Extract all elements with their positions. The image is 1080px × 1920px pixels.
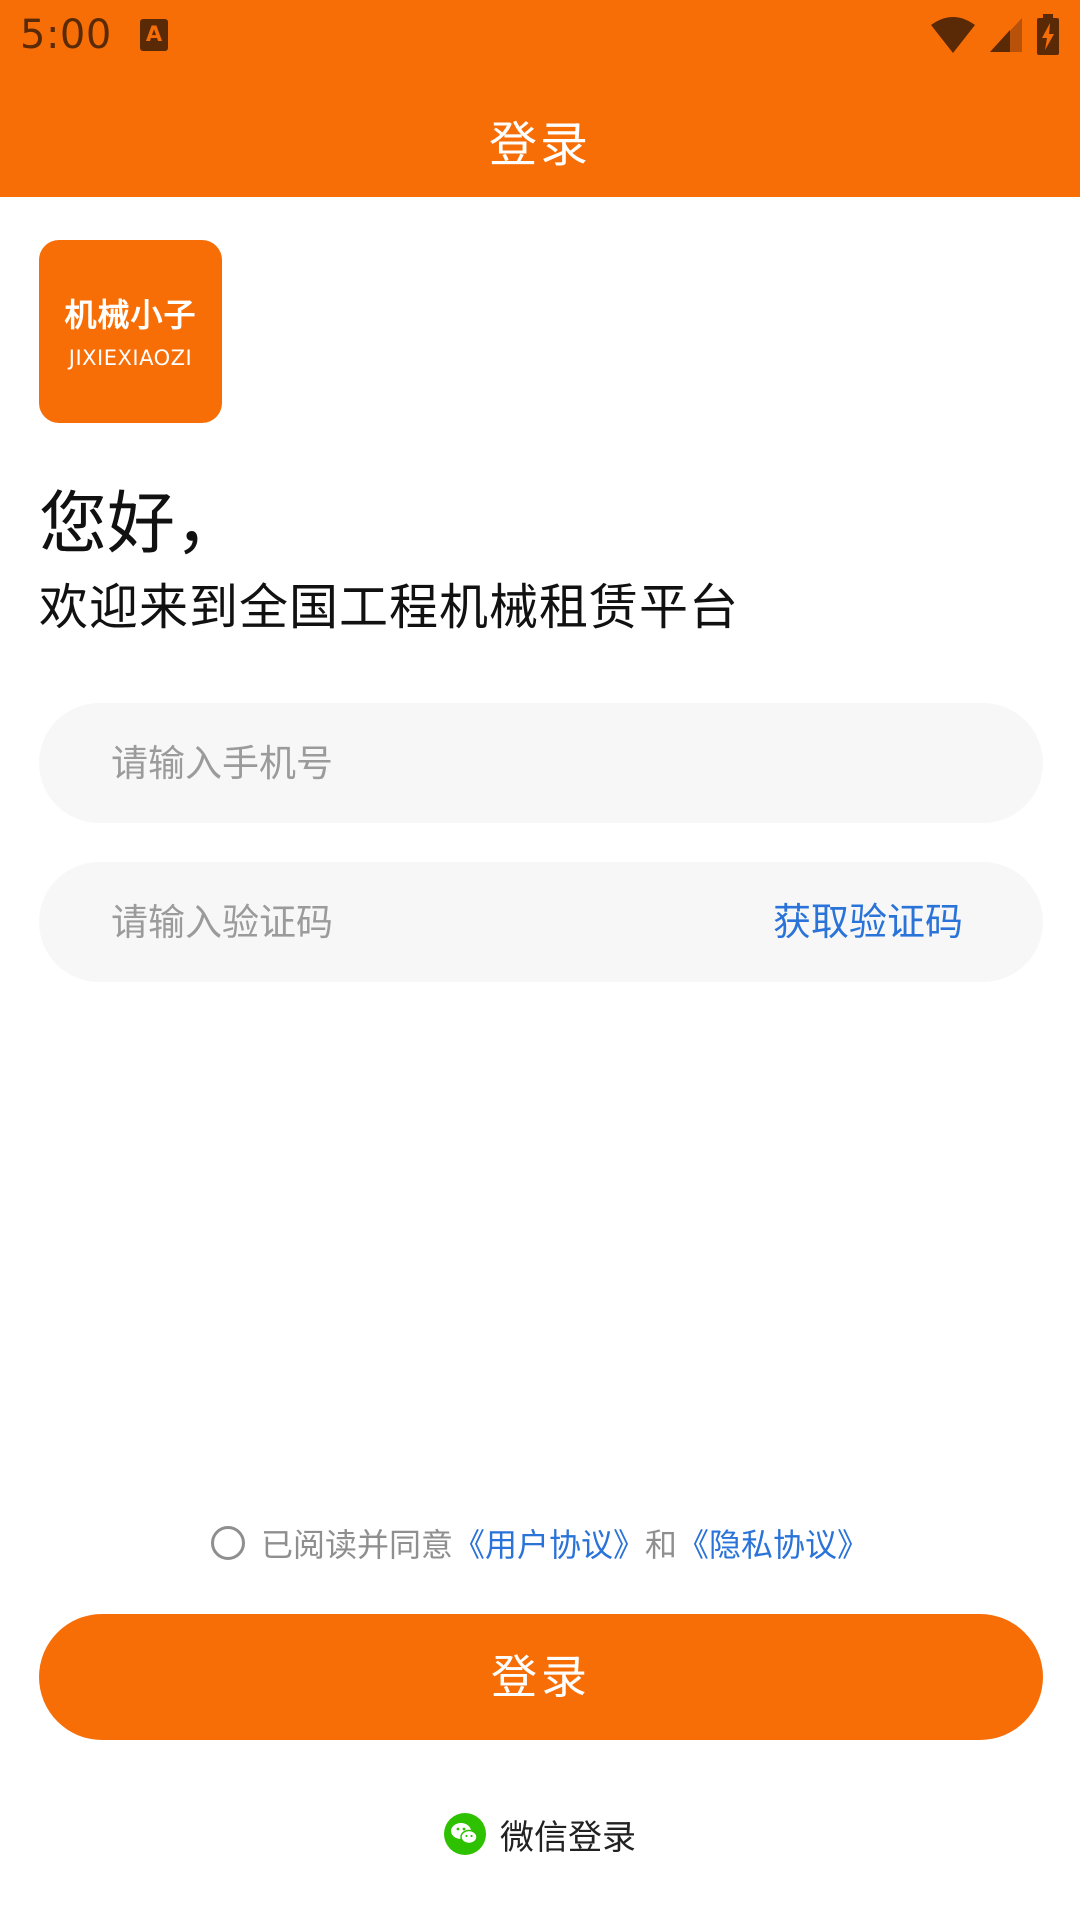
agreement-checkbox[interactable]	[210, 1526, 245, 1560]
logo-text-cn: 机械小子	[64, 296, 197, 334]
status-time: 5:00	[20, 12, 112, 58]
greeting-hello: 您好，	[39, 485, 244, 564]
status-icons	[930, 14, 1060, 56]
user-agreement-link[interactable]: 《用户协议》	[453, 1520, 645, 1566]
phone-input[interactable]	[109, 703, 749, 823]
login-screen: 5:00 A 登录 机械小子 JIXIEXIAOZI 您好， 欢迎来到全国工程机…	[0, 0, 1080, 1920]
logo-text-en: JIXIEXIAOZI	[68, 346, 193, 370]
header: 5:00 A 登录	[0, 0, 1080, 197]
wechat-login-label: 微信登录	[500, 1817, 636, 1858]
wifi-icon	[930, 15, 976, 55]
agreement-prefix: 已阅读并同意	[260, 1526, 453, 1564]
title-bar: 登录	[0, 82, 1080, 197]
wechat-icon	[444, 1813, 486, 1855]
privacy-policy-link[interactable]: 《隐私协议》	[677, 1520, 869, 1566]
cell-signal-icon	[988, 16, 1024, 54]
wechat-login-button[interactable]: 微信登录	[0, 1810, 1080, 1858]
greeting-welcome: 欢迎来到全国工程机械租赁平台	[39, 579, 740, 636]
agreement-row: 已阅读并同意 《用户协议》 和 《隐私协议》	[0, 1518, 1080, 1568]
login-button[interactable]: 登录	[39, 1614, 1043, 1740]
agreement-and: 和	[645, 1526, 678, 1564]
code-field-container: 获取验证码	[39, 862, 1043, 982]
get-code-button[interactable]: 获取验证码	[773, 862, 963, 982]
verification-code-input[interactable]	[109, 862, 749, 982]
battery-charging-icon	[1036, 14, 1060, 56]
app-logo: 机械小子 JIXIEXIAOZI	[39, 240, 222, 423]
notification-app-icon: A	[140, 19, 168, 51]
page-title: 登录	[488, 116, 591, 173]
phone-field-container	[39, 703, 1043, 823]
